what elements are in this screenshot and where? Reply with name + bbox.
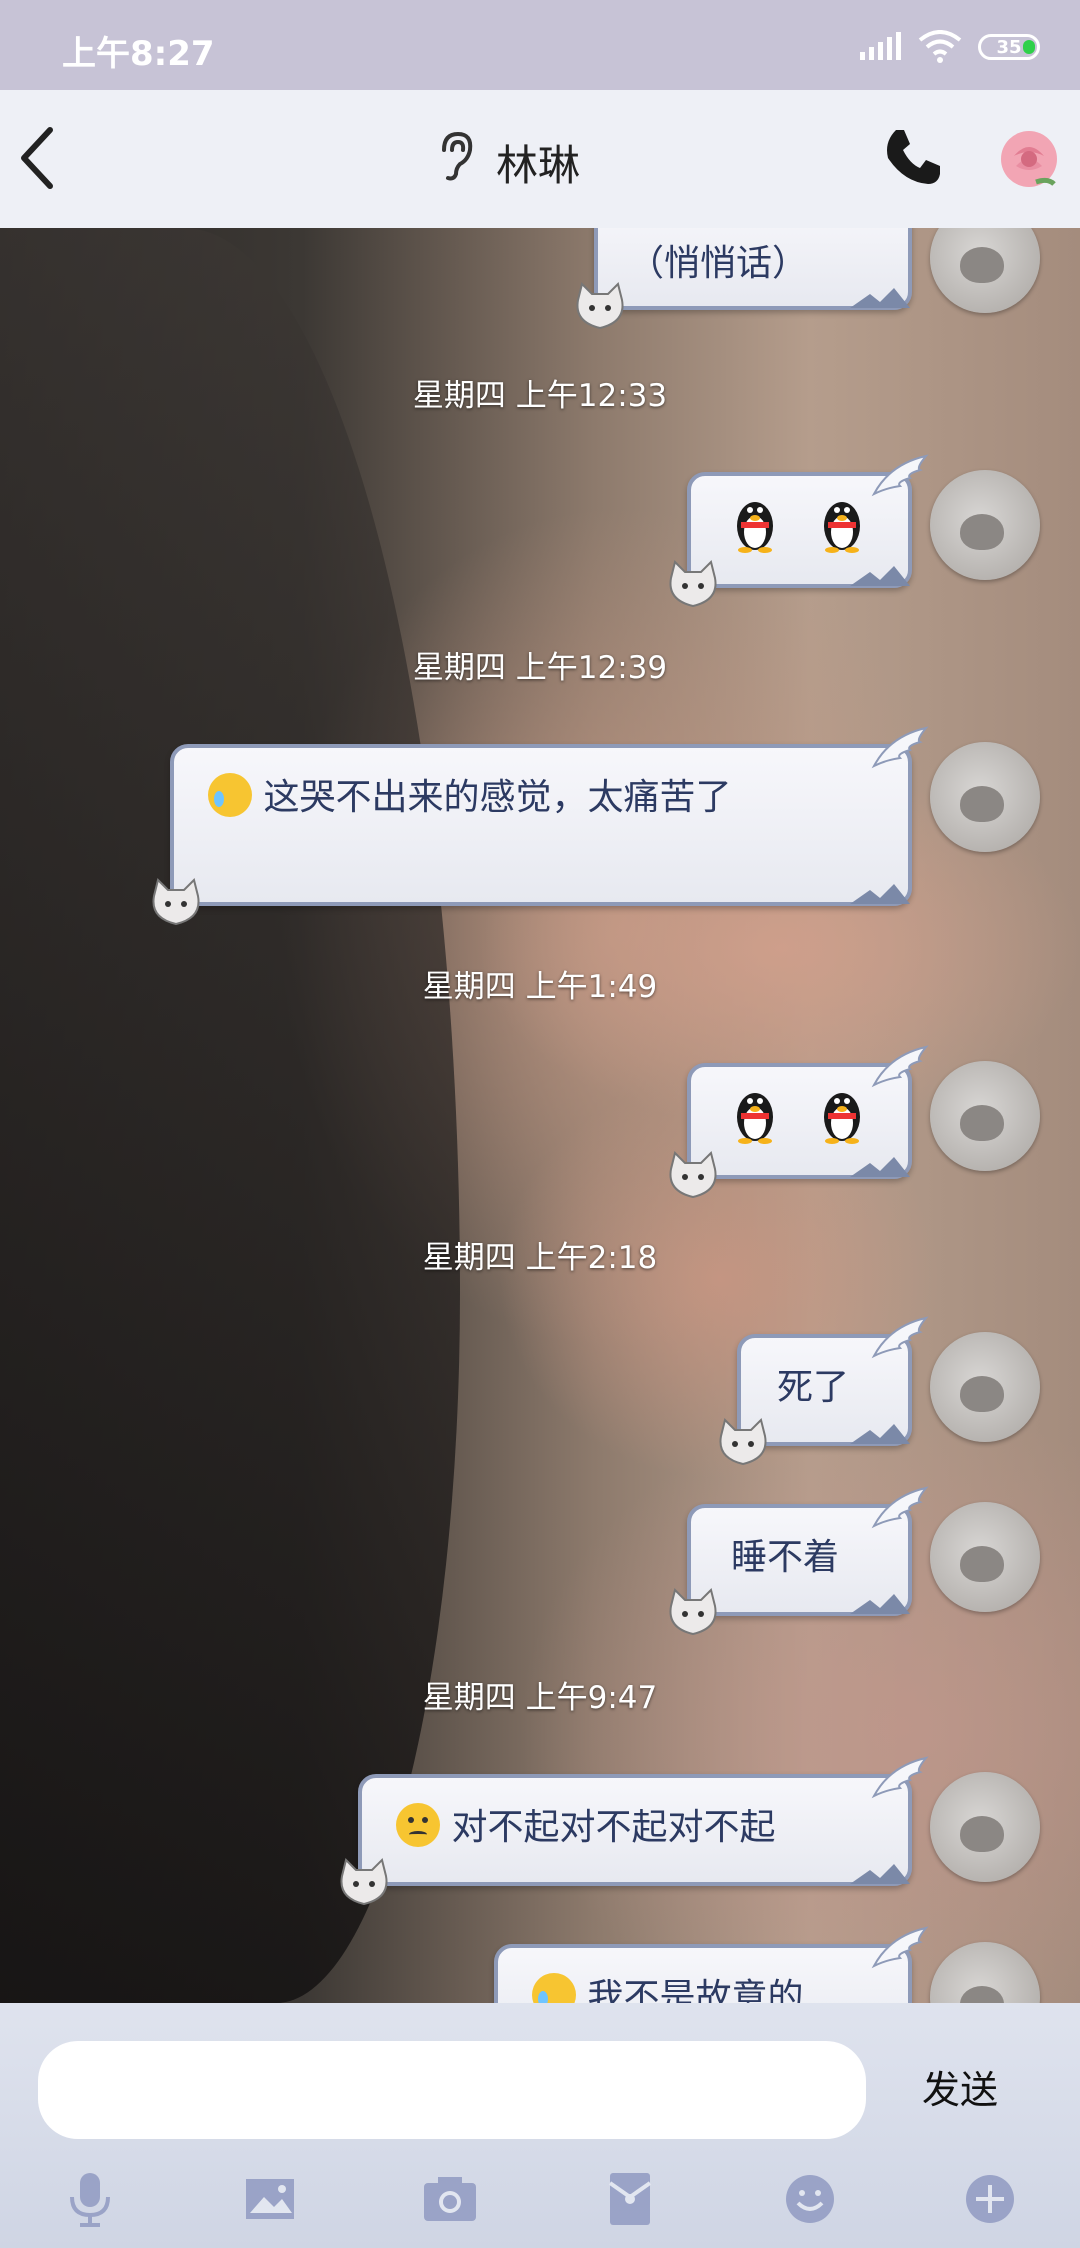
rose-icon[interactable] (996, 126, 1062, 192)
status-time: 上午8:27 (62, 34, 215, 74)
penguin-emoji (737, 1093, 773, 1144)
background-photo (0, 228, 460, 2003)
message-bubble[interactable]: （悄悄话） (576, 228, 912, 330)
wave-decoration (850, 1594, 910, 1614)
avatar[interactable] (930, 1061, 1040, 1171)
status-bar: 上午8:27 35 (0, 0, 1080, 90)
image-icon[interactable] (240, 2169, 300, 2229)
send-button[interactable]: 发送 (900, 2055, 1020, 2125)
wing-decoration (871, 454, 929, 497)
wave-decoration (850, 566, 910, 586)
cat-sticker-icon (576, 282, 624, 330)
message-text: （悄悄话） (628, 243, 809, 284)
chat-header: 林琳 (0, 90, 1080, 228)
message-bubble[interactable]: 睡不着 (669, 1486, 929, 1636)
battery-level: 35 (996, 36, 1022, 58)
wave-decoration (850, 1424, 910, 1444)
ear-icon[interactable] (436, 130, 476, 184)
cat-sticker-icon (719, 1418, 767, 1466)
back-button[interactable] (10, 118, 70, 198)
microphone-icon[interactable] (60, 2169, 120, 2229)
avatar[interactable] (930, 1772, 1040, 1882)
emoji-icon[interactable] (780, 2169, 840, 2229)
avatar[interactable] (930, 470, 1040, 580)
cat-sticker-icon (340, 1858, 388, 1906)
camera-icon[interactable] (420, 2169, 480, 2229)
wave-decoration (850, 288, 910, 308)
phone-icon[interactable] (882, 126, 942, 186)
avatar[interactable] (930, 1942, 1040, 2003)
message-bubble[interactable]: 这哭不出来的感觉，太痛苦了 (152, 726, 929, 926)
message-text: 睡不着 (731, 1537, 840, 1578)
cat-sticker-icon (669, 1151, 717, 1199)
timestamp: 星期四 上午12:33 (412, 378, 668, 414)
timestamp: 星期四 上午12:39 (412, 650, 668, 686)
message-bubble[interactable] (669, 1045, 929, 1199)
wing-decoration (871, 1486, 929, 1529)
message-bubble[interactable]: 我不是故意的 (494, 1926, 929, 2003)
cat-sticker-icon (152, 878, 200, 926)
penguin-emoji (737, 502, 773, 553)
wave-decoration (850, 884, 910, 904)
plus-icon[interactable] (960, 2169, 1020, 2229)
wing-decoration (871, 726, 929, 769)
message-text: 这哭不出来的感觉，太痛苦了 (263, 777, 732, 818)
message-text: 我不是故意的 (587, 1977, 804, 2003)
penguin-emoji (824, 1093, 861, 1144)
crying-emoji (208, 773, 252, 817)
battery-icon: 35 (978, 34, 1040, 60)
penguin-emoji (824, 502, 861, 553)
avatar[interactable] (930, 1502, 1040, 1612)
wave-decoration (850, 1864, 910, 1884)
crying-emoji (532, 1973, 576, 2003)
message-bubble[interactable] (669, 454, 929, 608)
message-input[interactable] (38, 2041, 866, 2139)
avatar[interactable] (930, 1332, 1040, 1442)
cat-sticker-icon (669, 560, 717, 608)
wifi-icon (918, 30, 962, 63)
contact-name: 林琳 (496, 141, 581, 190)
timestamp: 星期四 上午9:47 (422, 1680, 658, 1716)
avatar[interactable] (930, 228, 1040, 313)
avatar[interactable] (930, 742, 1040, 852)
message-bubble[interactable]: 对不起对不起对不起 (340, 1756, 929, 1906)
cat-sticker-icon (669, 1588, 717, 1636)
signal-icon (860, 32, 901, 60)
timestamp: 星期四 上午1:49 (422, 969, 658, 1005)
red-packet-icon[interactable] (600, 2169, 660, 2229)
wing-decoration (871, 1316, 929, 1359)
input-bar: 发送 (0, 2003, 1080, 2248)
wing-decoration (871, 1045, 929, 1088)
message-text: 死了 (777, 1367, 850, 1408)
timestamp: 星期四 上午2:18 (422, 1240, 658, 1276)
message-bubble[interactable]: 死了 (719, 1316, 929, 1466)
worried-emoji (396, 1803, 440, 1847)
chat-area[interactable]: （悄悄话） 星期四 上午12:33 星期四 上午12:39 这哭不出来的感觉，太… (0, 228, 1080, 2003)
wave-decoration (850, 1157, 910, 1177)
wing-decoration (871, 1926, 929, 1969)
wing-decoration (871, 1756, 929, 1799)
message-text: 对不起对不起对不起 (451, 1807, 776, 1848)
